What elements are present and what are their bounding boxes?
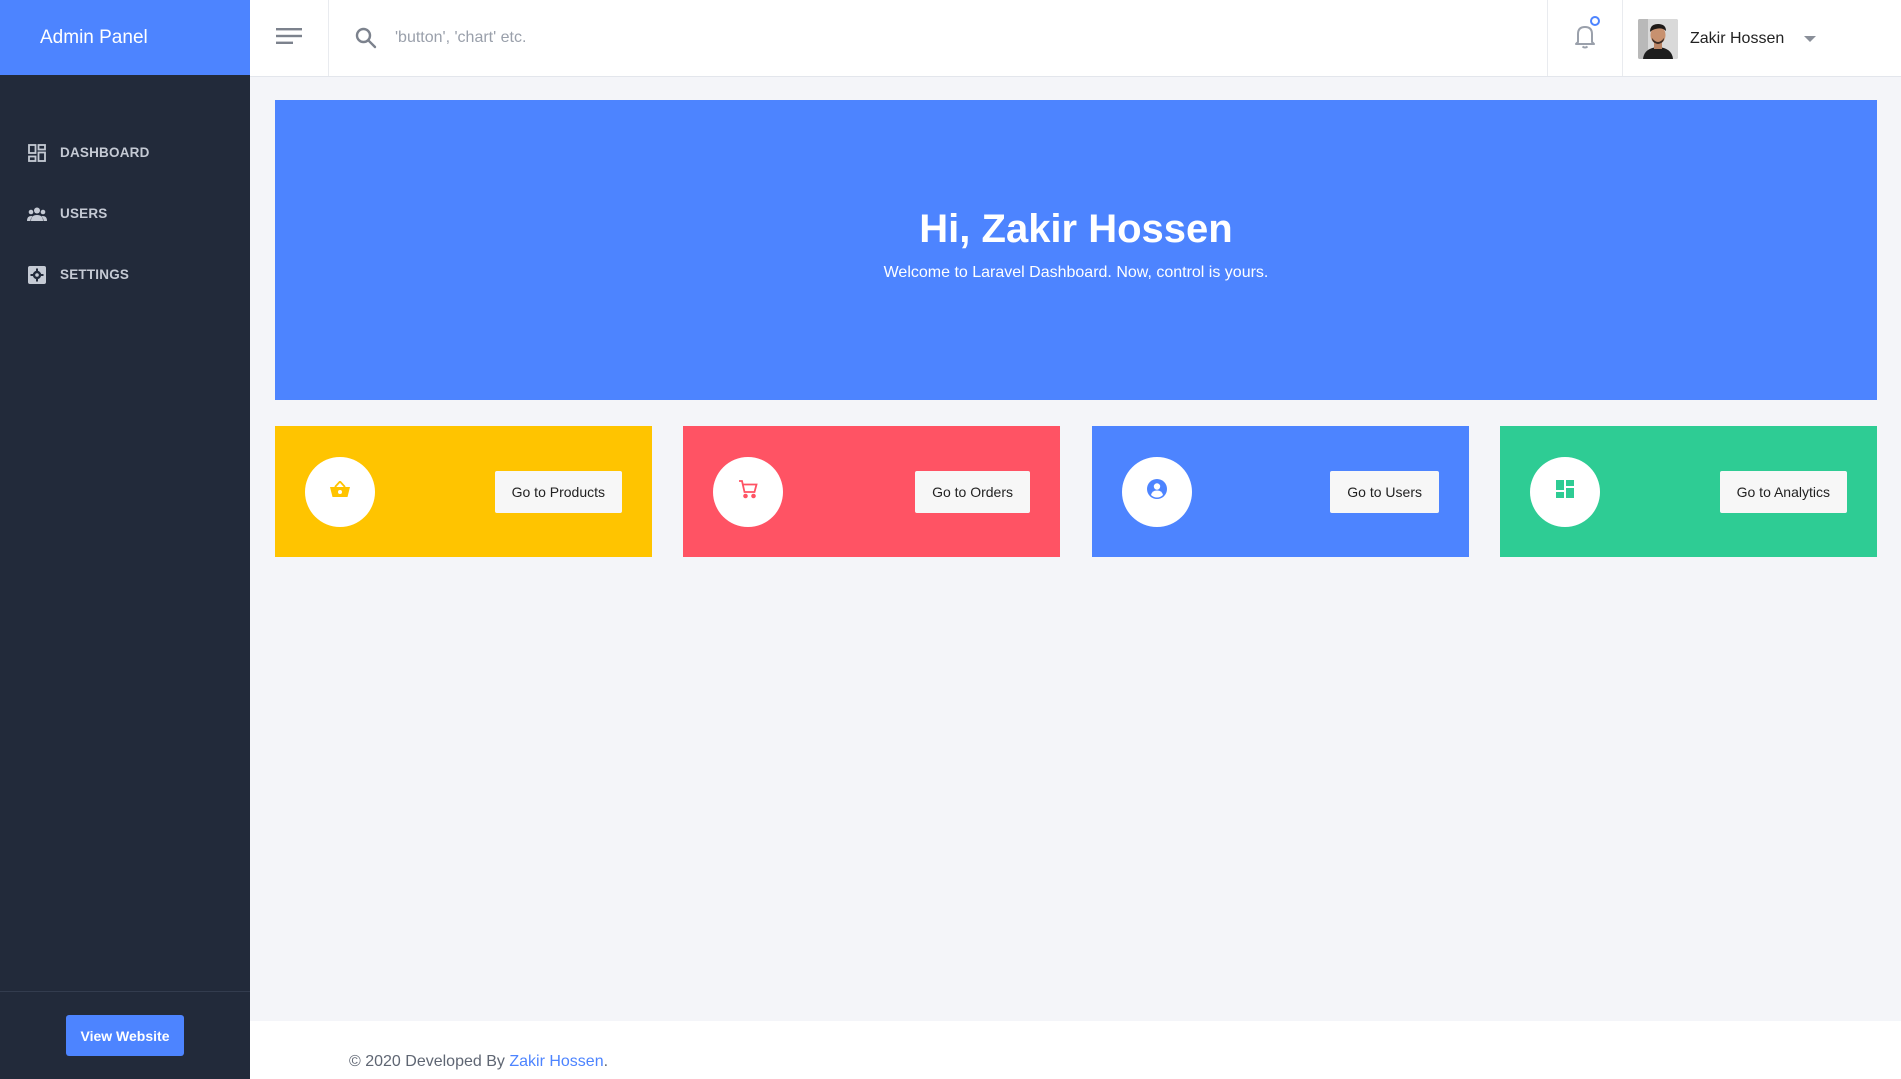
chevron-down-icon — [1804, 36, 1817, 42]
sidebar-footer: View Website — [0, 991, 250, 1079]
sidebar: Admin Panel DASHBOARD USERS SETTINGS Vie… — [0, 0, 250, 1079]
topbar: Zakir Hossen — [250, 0, 1901, 77]
dashboard-icon — [27, 143, 47, 163]
go-to-users-button[interactable]: Go to Users — [1330, 470, 1439, 513]
users-card: Go to Users — [1092, 426, 1469, 557]
footer-text: © 2020 Developed By Zakir Hossen. — [349, 1053, 608, 1071]
page-footer: © 2020 Developed By Zakir Hossen. — [250, 1021, 1901, 1079]
sidebar-item-users[interactable]: USERS — [0, 183, 250, 244]
bell-icon — [1574, 23, 1596, 54]
footer-suffix: . — [603, 1053, 609, 1070]
copyright-text: © 2020 Developed By — [349, 1053, 510, 1070]
sidebar-item-settings[interactable]: SETTINGS — [0, 244, 250, 305]
go-to-analytics-button[interactable]: Go to Analytics — [1719, 470, 1847, 513]
user-circle-icon — [1147, 479, 1167, 504]
view-website-button[interactable]: View Website — [66, 1015, 184, 1056]
welcome-subtitle: Welcome to Laravel Dashboard. Now, contr… — [883, 263, 1269, 281]
notifications-button[interactable] — [1547, 0, 1623, 76]
user-name: Zakir Hossen — [1690, 30, 1785, 47]
author-link[interactable]: Zakir Hossen — [509, 1053, 603, 1070]
go-to-orders-button[interactable]: Go to Orders — [915, 470, 1030, 513]
sidebar-item-label: SETTINGS — [60, 267, 130, 282]
card-icon-circle — [713, 456, 783, 527]
card-icon-circle — [1530, 456, 1600, 527]
search-input[interactable] — [395, 22, 1095, 54]
welcome-title: Hi, Zakir Hossen — [919, 206, 1233, 251]
avatar — [1638, 19, 1678, 59]
users-icon — [27, 204, 47, 224]
products-card: Go to Products — [275, 426, 652, 557]
hamburger-icon — [276, 27, 302, 49]
go-to-products-button[interactable]: Go to Products — [494, 470, 622, 513]
welcome-banner: Hi, Zakir Hossen Welcome to Laravel Dash… — [275, 100, 1877, 400]
menu-toggle-button[interactable] — [250, 0, 329, 76]
basket-icon — [330, 480, 350, 502]
user-menu[interactable]: Zakir Hossen — [1638, 18, 1817, 60]
orders-card: Go to Orders — [683, 426, 1060, 557]
settings-icon — [27, 265, 47, 285]
search-icon — [354, 26, 378, 50]
sidebar-nav: DASHBOARD USERS SETTINGS — [0, 75, 250, 305]
notification-dot — [1590, 16, 1600, 26]
sidebar-item-label: DASHBOARD — [60, 145, 150, 160]
cart-icon — [738, 479, 758, 504]
sidebar-item-label: USERS — [60, 206, 108, 221]
card-icon-circle — [1122, 456, 1192, 527]
brand-title[interactable]: Admin Panel — [0, 0, 250, 75]
analytics-icon — [1556, 480, 1574, 503]
analytics-card: Go to Analytics — [1500, 426, 1877, 557]
sidebar-item-dashboard[interactable]: DASHBOARD — [0, 122, 250, 183]
card-icon-circle — [305, 456, 375, 527]
